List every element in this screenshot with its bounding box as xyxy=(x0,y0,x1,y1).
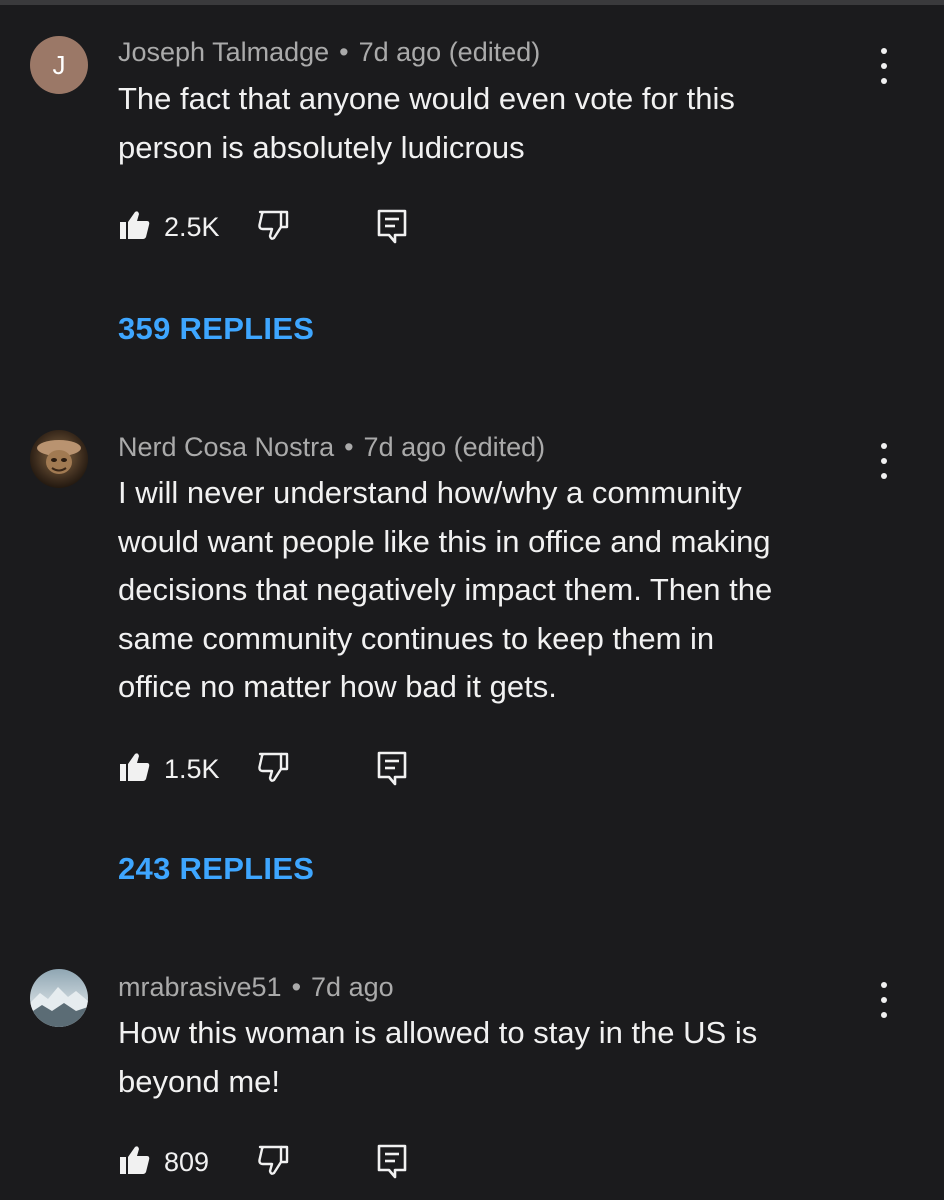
view-replies-link[interactable]: 243 REPLIES xyxy=(118,851,314,887)
timestamp: 7d ago xyxy=(311,972,394,1002)
meta-separator: • xyxy=(344,432,354,462)
view-replies-link[interactable]: 359 REPLIES xyxy=(118,311,314,347)
comment-text-line: The fact that anyone would even vote for… xyxy=(118,81,735,116)
comment-text: How this woman is allowed to stay in the… xyxy=(118,1009,888,1106)
comment-text-line: same community continues to keep them in xyxy=(118,620,715,656)
avatar[interactable] xyxy=(30,969,88,1027)
reply-comment-icon[interactable] xyxy=(376,208,408,244)
thumbs-up-icon[interactable] xyxy=(118,1143,152,1177)
thumbs-down-icon[interactable] xyxy=(256,750,290,784)
comment-actions: 1.5K xyxy=(118,748,438,788)
avatar-image xyxy=(30,969,88,1027)
comment-text: I will never understand how/why a commun… xyxy=(118,469,888,712)
author-name[interactable]: mrabrasive51 xyxy=(118,972,282,1002)
comment-text-line: beyond me! xyxy=(118,1063,280,1099)
comment-text-line: would want people like this in office an… xyxy=(118,523,771,559)
avatar[interactable]: J xyxy=(30,36,88,94)
comment-text: The fact that anyone would even vote for… xyxy=(118,75,888,172)
like-count: 2.5K xyxy=(164,212,220,242)
avatar-image xyxy=(30,430,88,488)
comment-text-line: office no matter how bad it gets. xyxy=(118,669,557,704)
comment-text-line: I will never understand how/why a commun… xyxy=(118,475,742,510)
like-count: 809 xyxy=(164,1147,210,1177)
reply-comment-icon[interactable] xyxy=(376,1143,408,1179)
comment-text-line: person is absolutely ludicrous xyxy=(118,129,525,165)
like-count: 1.5K xyxy=(164,754,220,784)
comment-actions: 2.5K xyxy=(118,206,438,246)
author-name[interactable]: Joseph Talmadge xyxy=(118,37,329,67)
meta-separator: • xyxy=(339,37,349,67)
thumbs-down-icon[interactable] xyxy=(256,1143,290,1177)
timestamp: 7d ago (edited) xyxy=(363,432,546,462)
comment-meta: Nerd Cosa Nostra • 7d ago (edited) xyxy=(118,431,545,463)
timestamp: 7d ago (edited) xyxy=(358,37,541,67)
avatar-letter: J xyxy=(52,49,66,80)
thumbs-up-icon[interactable] xyxy=(118,750,152,784)
avatar[interactable] xyxy=(30,430,88,488)
reply-comment-icon[interactable] xyxy=(376,750,408,786)
comment-meta: mrabrasive51 • 7d ago xyxy=(118,971,394,1003)
comment-text-line: How this woman is allowed to stay in the… xyxy=(118,1015,758,1050)
comment-meta: Joseph Talmadge • 7d ago (edited) xyxy=(118,36,540,68)
thumbs-down-icon[interactable] xyxy=(256,208,290,242)
comment-actions: 809 xyxy=(118,1141,438,1181)
thumbs-up-icon[interactable] xyxy=(118,208,152,242)
author-name[interactable]: Nerd Cosa Nostra xyxy=(118,432,334,462)
meta-separator: • xyxy=(291,972,302,1002)
comment-text-line: decisions that negatively impact them. T… xyxy=(118,572,773,607)
top-divider xyxy=(0,0,944,5)
